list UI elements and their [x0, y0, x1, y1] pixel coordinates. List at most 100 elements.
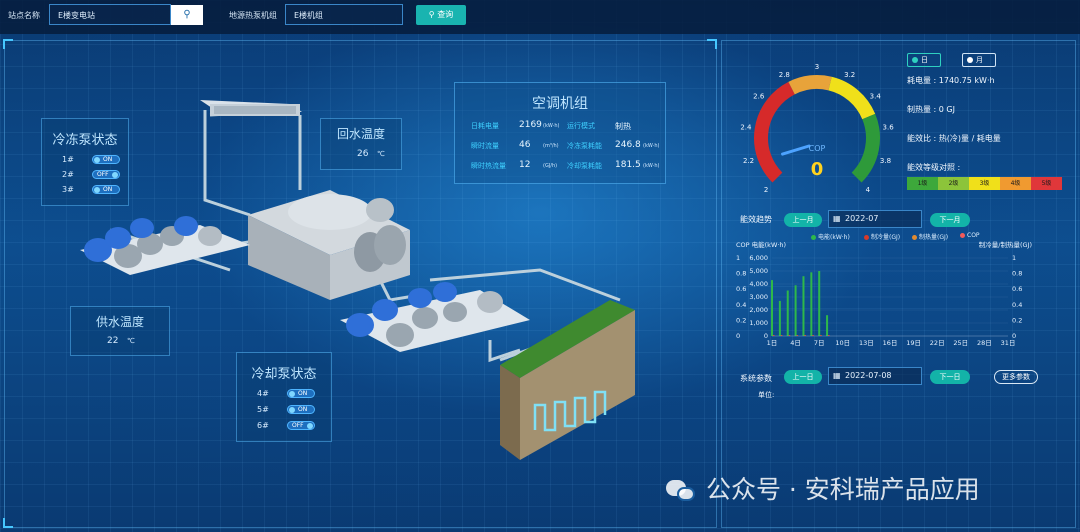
level-2: 2级: [938, 177, 969, 190]
unit-text: (kW·h): [543, 123, 560, 129]
left-tick-label: 2,000: [749, 306, 768, 314]
level-1: 1级: [907, 177, 938, 190]
prev-day-button[interactable]: 上一日: [784, 370, 822, 384]
heat-output: 制热量 : 0 GJ: [907, 105, 955, 114]
toggle-knob: [94, 187, 100, 193]
daily-power-value: 2169: [519, 120, 542, 130]
level-5: 5级: [1031, 177, 1062, 190]
radio-dot: [912, 57, 918, 63]
panel-title: 冷冻泵状态: [52, 133, 118, 148]
radio-label: 月: [976, 56, 983, 64]
mode-label: 运行模式: [567, 122, 595, 130]
month-radio[interactable]: 月: [962, 53, 996, 67]
unit-text: (GJ/h): [543, 163, 558, 169]
gauge-tick-label: 3.4: [870, 93, 882, 101]
chilled-pump-panel: 冷冻泵状态 1# ON 2# OFF 3# ON: [41, 118, 129, 206]
pump-toggle[interactable]: ON: [287, 405, 315, 414]
unit-text: (kW·h): [643, 163, 660, 169]
chiller-unit: [248, 190, 410, 300]
gauge-label: COP: [809, 144, 826, 153]
pump-toggle[interactable]: OFF: [287, 421, 315, 430]
flow-label: 瞬时流量: [471, 142, 499, 150]
pump-name: 3#: [62, 185, 74, 194]
gauge-tick-label: 2.4: [740, 124, 752, 132]
ac-unit-panel: 空调机组 日耗电量 2169 (kW·h) 运行模式 制热 瞬时流量 46 (m…: [454, 82, 666, 184]
pump-toggle[interactable]: OFF: [92, 170, 120, 179]
pump-toggle[interactable]: ON: [92, 185, 120, 194]
pump-name: 6#: [257, 421, 269, 430]
electric-bar: [794, 285, 797, 336]
flow-value: 46: [519, 140, 531, 150]
chilled-pump-energy-label: 冷冻泵耗能: [567, 142, 602, 150]
gauge-tick-label: 4: [866, 186, 871, 194]
date-picker[interactable]: ▦ 2022-07-08: [828, 367, 922, 385]
gauge-tick-label: 3.8: [880, 157, 891, 165]
panel-title: 回水温度: [336, 127, 385, 141]
day-radio[interactable]: 日: [907, 53, 941, 67]
x-tick-label: 25日: [953, 339, 968, 347]
unit-text: (kW·h): [643, 143, 660, 149]
cop-gauge: 2 2.2 2.4 2.6 2.8 3 3.2 3.4 3.6 3.8 4 COP 0: [740, 63, 894, 194]
right-tick-label: 0.4: [1012, 301, 1022, 309]
left-tick-label: 6,000: [749, 254, 768, 262]
heat-flow-value: 12: [519, 160, 531, 170]
gauge-value: 0: [811, 159, 824, 180]
right-tick-label: 0.6: [1012, 285, 1022, 293]
return-temp-value: 26: [357, 149, 369, 159]
toggle-knob: [94, 157, 100, 163]
toggle-state: OFF: [97, 171, 109, 178]
cop-tick-label: 0.4: [736, 301, 746, 309]
supply-temp-panel: 供水温度 22 ℃: [70, 306, 170, 356]
date-value: 2022-07-08: [845, 371, 892, 380]
left-tick-label: 5,000: [749, 267, 768, 275]
more-params-button[interactable]: 更多参数: [994, 370, 1038, 384]
gauge-tick-label: 3: [815, 63, 819, 71]
electric-bar: [771, 280, 773, 336]
electric-bar: [778, 300, 781, 336]
next-month-button[interactable]: 下一月: [930, 213, 970, 227]
toggle-state: ON: [298, 390, 308, 397]
cooling-pump-panel: 冷却泵状态 4# ON 5# ON 6# OFF: [236, 352, 332, 442]
toggle-knob: [289, 391, 295, 397]
wechat-icon: [664, 477, 698, 505]
panel-title: 供水温度: [95, 315, 144, 329]
watermark: 公众号 · 安科瑞产品应用: [664, 470, 980, 506]
x-tick-label: 22日: [930, 339, 945, 347]
cooling-coil: [200, 100, 302, 116]
gauge-tick-label: 3.2: [844, 71, 855, 79]
pump-toggle[interactable]: ON: [92, 155, 120, 164]
left-tick-label: 1,000: [749, 319, 768, 327]
pump-toggle[interactable]: ON: [287, 389, 315, 398]
gauge-tick-label: 2.8: [779, 71, 790, 79]
x-tick-label: 1日: [767, 339, 778, 347]
x-tick-label: 16日: [883, 339, 898, 347]
gauge-segment: [788, 75, 832, 95]
toggle-state: ON: [103, 156, 113, 163]
supply-temp-value: 22: [107, 336, 119, 346]
left-tick-label: 3,000: [749, 293, 768, 301]
x-tick-label: 10日: [835, 339, 850, 347]
chilled-pump-energy-value: 246.8: [615, 140, 641, 150]
heat-flow-label: 瞬时热流量: [471, 162, 506, 170]
ground-heat-exchanger: [500, 300, 635, 460]
electric-bar: [786, 290, 789, 336]
x-tick-label: 7日: [814, 339, 825, 347]
cop-tick-label: 0: [736, 332, 740, 340]
cop-tick-label: 0.2: [736, 316, 746, 324]
system-label: 系统参数: [740, 374, 772, 383]
x-tick-label: 19日: [906, 339, 921, 347]
radio-label: 日: [921, 56, 928, 64]
month-picker[interactable]: ▦ 2022-07: [828, 210, 922, 228]
chilled-pump-group: [80, 216, 250, 275]
return-temp-panel: 回水温度 26 ℃: [320, 118, 402, 170]
level-4: 4级: [1000, 177, 1031, 190]
next-day-button[interactable]: 下一日: [930, 370, 970, 384]
unit-text: (m³/h): [543, 143, 559, 149]
toggle-knob: [307, 423, 313, 429]
right-tick-label: 1: [1012, 254, 1016, 262]
gauge-tick-label: 2.6: [753, 93, 765, 101]
electric-bar: [826, 315, 829, 336]
prev-month-button[interactable]: 上一月: [784, 213, 822, 227]
cop-tick-label: 1: [736, 254, 740, 262]
electric-bar: [818, 271, 821, 336]
